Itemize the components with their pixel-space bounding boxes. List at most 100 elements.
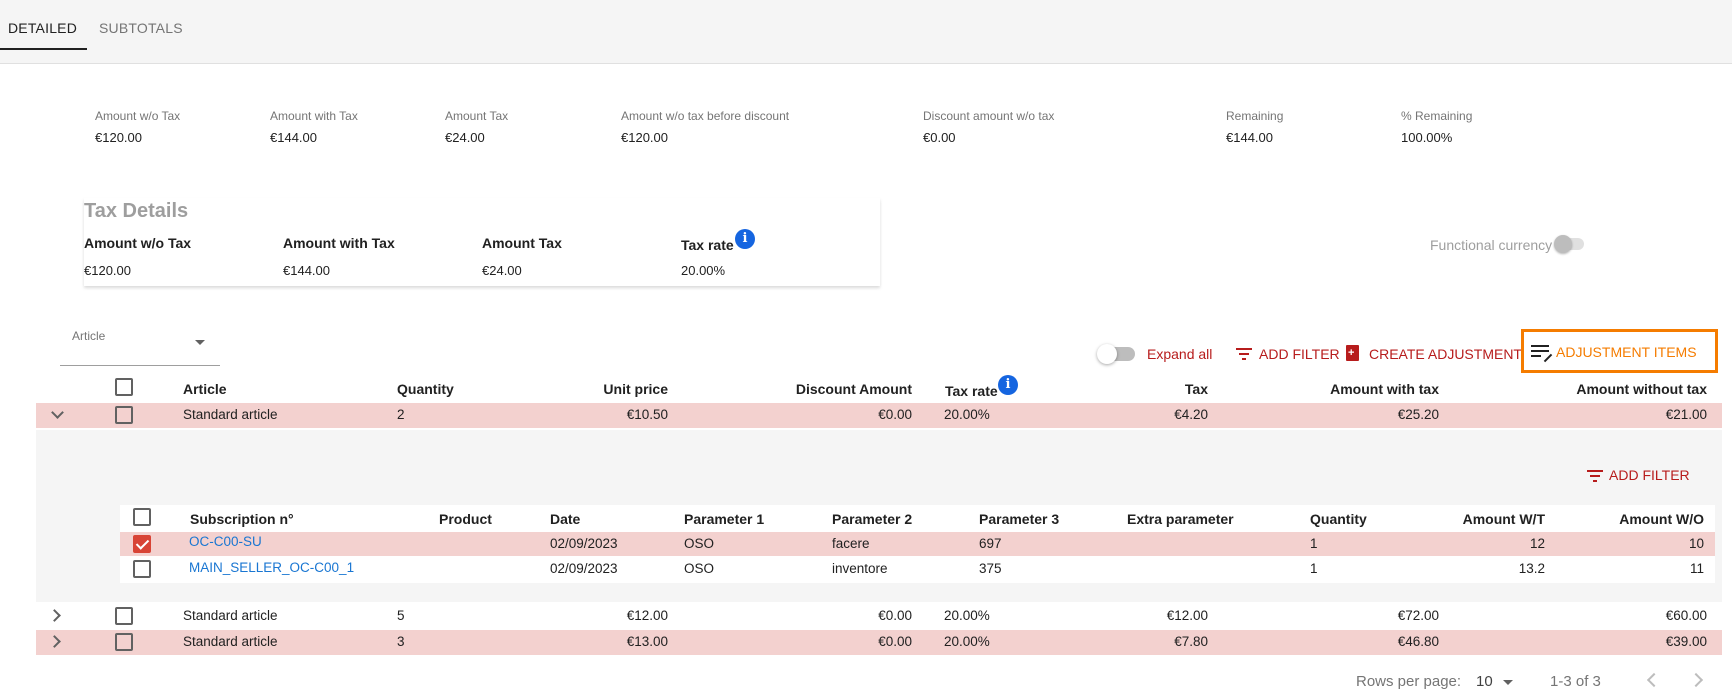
summary-amount-wo-tax: Amount w/o Tax €120.00 xyxy=(95,109,180,145)
sub-col-parameter-2[interactable]: Parameter 2 xyxy=(832,511,912,527)
adjustment-items-button[interactable]: ADJUSTMENT ITEMS xyxy=(1556,344,1697,360)
summary-label: Amount Tax xyxy=(445,109,509,123)
sub-cell-amount-wo: 10 xyxy=(1688,536,1704,551)
cell-unit-price: €12.00 xyxy=(626,608,668,623)
summary-value: €120.00 xyxy=(621,130,668,145)
summary-remaining: Remaining €144.00 xyxy=(1226,109,1283,145)
sub-add-filter-button[interactable]: ADD FILTER xyxy=(1609,467,1690,483)
sub-cell-parameter-1: OSO xyxy=(684,536,715,551)
select-all-checkbox[interactable] xyxy=(115,378,133,396)
col-article[interactable]: Article xyxy=(183,381,227,397)
tax-header-amount-wo-tax: Amount w/o Tax xyxy=(84,235,192,251)
rows-per-page-select[interactable]: 10 xyxy=(1476,673,1493,690)
toggle-knob xyxy=(1097,344,1117,364)
info-icon[interactable]: i xyxy=(735,229,755,249)
filter-icon[interactable] xyxy=(1236,348,1252,360)
previous-page-icon[interactable] xyxy=(1646,672,1662,688)
sub-col-subscription[interactable]: Subscription n° xyxy=(190,511,294,527)
cell-tax-rate: 20.00% xyxy=(944,407,990,422)
chevron-right-icon[interactable] xyxy=(48,609,61,622)
sub-col-parameter-1[interactable]: Parameter 1 xyxy=(684,511,764,527)
sub-table-row[interactable]: OC-C00-SU 02/09/2023 OSO facere 697 1 12… xyxy=(120,532,1715,556)
summary-value: €120.00 xyxy=(95,130,142,145)
row-checkbox[interactable] xyxy=(115,406,133,424)
cell-article: Standard article xyxy=(183,608,278,623)
summary-label: Remaining xyxy=(1226,109,1284,123)
tax-header-tax-rate: Tax rate xyxy=(681,237,734,253)
chevron-right-icon[interactable] xyxy=(48,635,61,648)
summary-amount-before-discount: Amount w/o tax before discount €120.00 xyxy=(621,109,789,145)
row-checkbox[interactable] xyxy=(115,633,133,651)
filter-icon[interactable] xyxy=(1587,470,1603,482)
info-icon[interactable]: i xyxy=(998,375,1018,395)
add-filter-button[interactable]: ADD FILTER xyxy=(1259,346,1340,362)
functional-currency-toggle[interactable] xyxy=(1554,235,1584,253)
tax-value-amount-tax: €24.00 xyxy=(482,263,522,278)
cell-amount-with-tax: €25.20 xyxy=(1397,407,1439,422)
subscription-link[interactable]: OC-C00-SU xyxy=(189,534,262,549)
cell-amount-without-tax: €39.00 xyxy=(1665,634,1707,649)
sub-col-quantity[interactable]: Quantity xyxy=(1310,511,1367,527)
cell-discount-amount: €0.00 xyxy=(878,608,912,623)
sub-row-checkbox[interactable] xyxy=(133,535,151,553)
col-discount-amount[interactable]: Discount Amount xyxy=(750,381,912,397)
summary-value: €0.00 xyxy=(923,130,956,145)
col-unit-price[interactable]: Unit price xyxy=(550,381,668,397)
tab-detailed[interactable]: DETAILED xyxy=(8,20,77,36)
sub-cell-date: 02/09/2023 xyxy=(550,536,618,551)
sub-cell-amount-wt: 12 xyxy=(1529,536,1545,551)
col-tax-rate[interactable]: Tax rate xyxy=(945,383,998,399)
sub-col-extra-parameter[interactable]: Extra parameter xyxy=(1127,511,1234,527)
cell-tax-rate: 20.00% xyxy=(944,608,990,623)
toggle-knob xyxy=(1554,235,1572,253)
cell-quantity: 3 xyxy=(397,634,405,649)
sub-select-all-checkbox[interactable] xyxy=(133,508,151,526)
cell-tax: €4.20 xyxy=(1174,407,1208,422)
col-amount-without-tax[interactable]: Amount without tax xyxy=(1500,381,1707,397)
sub-cell-parameter-1: OSO xyxy=(684,561,715,576)
col-quantity[interactable]: Quantity xyxy=(397,381,454,397)
col-tax[interactable]: Tax xyxy=(1100,381,1208,397)
sub-row-checkbox[interactable] xyxy=(133,560,151,578)
cell-discount-amount: €0.00 xyxy=(878,634,912,649)
col-amount-with-tax[interactable]: Amount with tax xyxy=(1280,381,1439,397)
tab-subtotals[interactable]: SUBTOTALS xyxy=(99,20,183,36)
pagination-range: 1-3 of 3 xyxy=(1550,673,1601,690)
tax-header-amount-with-tax: Amount with Tax xyxy=(283,235,395,251)
summary-value: €144.00 xyxy=(270,130,317,145)
chevron-down-icon[interactable] xyxy=(1503,680,1513,685)
create-document-icon[interactable] xyxy=(1346,345,1359,361)
create-adjustment-button[interactable]: CREATE ADJUSTMENT xyxy=(1369,346,1522,362)
table-row[interactable]: Standard article 3 €13.00 €0.00 20.00% €… xyxy=(36,630,1722,655)
expand-all-label[interactable]: Expand all xyxy=(1147,346,1212,362)
sub-col-parameter-3[interactable]: Parameter 3 xyxy=(979,511,1059,527)
sub-table-row[interactable]: MAIN_SELLER_OC-C00_1 02/09/2023 OSO inve… xyxy=(120,557,1715,581)
sub-col-product[interactable]: Product xyxy=(439,511,492,527)
article-select[interactable] xyxy=(60,365,220,366)
subscription-link[interactable]: MAIN_SELLER_OC-C00_1 xyxy=(189,560,354,575)
summary-amount-tax: Amount Tax €24.00 xyxy=(445,109,508,145)
chevron-down-icon[interactable] xyxy=(51,406,64,419)
cell-article: Standard article xyxy=(183,407,278,422)
cell-tax: €7.80 xyxy=(1174,634,1208,649)
cell-amount-without-tax: €21.00 xyxy=(1665,407,1707,422)
tax-details-title: Tax Details xyxy=(84,200,189,222)
edit-list-icon[interactable] xyxy=(1531,345,1553,363)
next-page-icon[interactable] xyxy=(1688,672,1704,688)
sub-col-date[interactable]: Date xyxy=(550,511,580,527)
sub-col-amount-wt[interactable]: Amount W/T xyxy=(1440,511,1545,527)
table-row[interactable]: Standard article 5 €12.00 €0.00 20.00% €… xyxy=(36,604,1722,629)
tax-value-tax-rate: 20.00% xyxy=(681,263,726,278)
table-row[interactable]: Standard article 2 €10.50 €0.00 20.00% €… xyxy=(36,403,1722,428)
sub-cell-date: 02/09/2023 xyxy=(550,561,618,576)
article-select-label: Article xyxy=(72,329,106,343)
summary-label: % Remaining xyxy=(1401,109,1473,123)
row-checkbox[interactable] xyxy=(115,607,133,625)
cell-amount-with-tax: €46.80 xyxy=(1397,634,1439,649)
chevron-down-icon[interactable] xyxy=(195,340,205,345)
expand-all-toggle[interactable] xyxy=(1097,344,1135,364)
tax-value-amount-wo-tax: €120.00 xyxy=(84,263,131,278)
sub-cell-parameter-3: 697 xyxy=(979,536,1002,551)
sub-col-amount-wo[interactable]: Amount W/O xyxy=(1580,511,1704,527)
sub-cell-parameter-2: facere xyxy=(832,536,870,551)
